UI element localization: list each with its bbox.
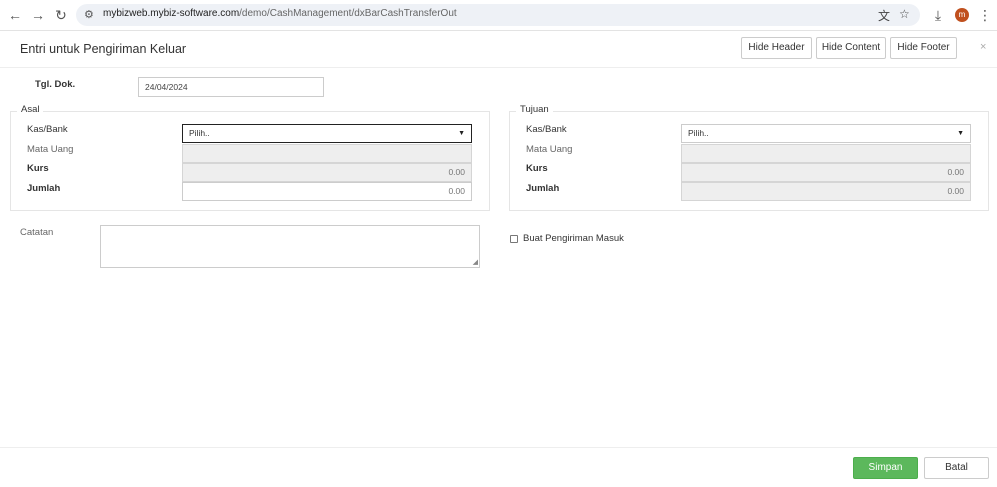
asal-kurs-field: 0.00	[182, 163, 472, 182]
asal-jumlah-label: Jumlah	[27, 183, 61, 194]
hide-header-button[interactable]: Hide Header	[741, 37, 812, 59]
hide-content-button[interactable]: Hide Content	[816, 37, 886, 59]
star-icon[interactable]: ☆	[899, 7, 910, 21]
url-host: mybizweb.mybiz-software.com	[103, 8, 240, 19]
tujuan-mata-uang-label: Mata Uang	[526, 144, 573, 155]
more-vert-icon[interactable]: ⋮	[977, 7, 993, 23]
translate-icon[interactable]: 文	[878, 7, 890, 24]
hide-footer-button[interactable]: Hide Footer	[890, 37, 957, 59]
close-icon[interactable]: ×	[980, 41, 986, 53]
asal-jumlah-input[interactable]: 0.00	[182, 182, 472, 201]
caret-down-icon: ▼	[957, 130, 964, 137]
back-arrow-icon[interactable]: ←	[7, 7, 23, 23]
tgl-dok-label: Tgl. Dok.	[35, 79, 76, 90]
tujuan-kurs-label: Kurs	[526, 163, 548, 174]
tujuan-kas-bank-label: Kas/Bank	[526, 124, 567, 135]
tujuan-jumlah-label: Jumlah	[526, 183, 560, 194]
header-divider	[0, 67, 997, 68]
asal-kurs-label: Kurs	[27, 163, 49, 174]
url-path: /demo/CashManagement/dxBarCashTransferOu…	[239, 8, 457, 19]
modal-title: Entri untuk Pengiriman Keluar	[20, 42, 187, 56]
asal-legend: Asal	[17, 104, 44, 115]
buat-pengiriman-label[interactable]: Buat Pengiriman Masuk	[523, 233, 624, 244]
resize-grip-icon[interactable]: ◢	[473, 258, 478, 266]
browser-toolbar: ← → ↻ ⚙ mybizweb.mybiz-software.com/demo…	[0, 0, 997, 31]
asal-kas-bank-value: Pilih..	[189, 128, 210, 138]
footer-divider	[0, 447, 997, 448]
tujuan-jumlah-field: 0.00	[681, 182, 971, 201]
tujuan-legend: Tujuan	[516, 104, 553, 115]
caret-down-icon: ▼	[458, 130, 465, 137]
save-button[interactable]: Simpan	[853, 457, 918, 479]
tujuan-mata-uang-field	[681, 144, 971, 163]
cancel-button[interactable]: Batal	[924, 457, 989, 479]
address-url[interactable]: mybizweb.mybiz-software.com/demo/CashMan…	[103, 8, 457, 19]
modal-dialog: Entri untuk Pengiriman Keluar Hide Heade…	[0, 31, 997, 487]
buat-pengiriman-checkbox[interactable]	[510, 235, 518, 243]
asal-kas-bank-label: Kas/Bank	[27, 124, 68, 135]
tujuan-kurs-field: 0.00	[681, 163, 971, 182]
reload-icon[interactable]: ↻	[53, 7, 69, 23]
asal-kas-bank-select[interactable]: Pilih.. ▼	[182, 124, 472, 143]
catatan-textarea[interactable]: ◢	[100, 225, 480, 268]
asal-mata-uang-field	[182, 144, 472, 163]
download-icon[interactable]: ⤓	[930, 7, 946, 23]
tujuan-kas-bank-select[interactable]: Pilih.. ▼	[681, 124, 971, 143]
asal-mata-uang-label: Mata Uang	[27, 144, 74, 155]
avatar[interactable]: m	[955, 8, 969, 22]
forward-arrow-icon[interactable]: →	[30, 7, 46, 23]
address-bar[interactable]: ⚙ mybizweb.mybiz-software.com/demo/CashM…	[76, 4, 920, 26]
tujuan-kas-bank-value: Pilih..	[688, 128, 709, 138]
site-settings-icon[interactable]: ⚙	[84, 8, 94, 21]
tgl-dok-input[interactable]: 24/04/2024	[138, 77, 324, 97]
catatan-label: Catatan	[20, 227, 54, 238]
